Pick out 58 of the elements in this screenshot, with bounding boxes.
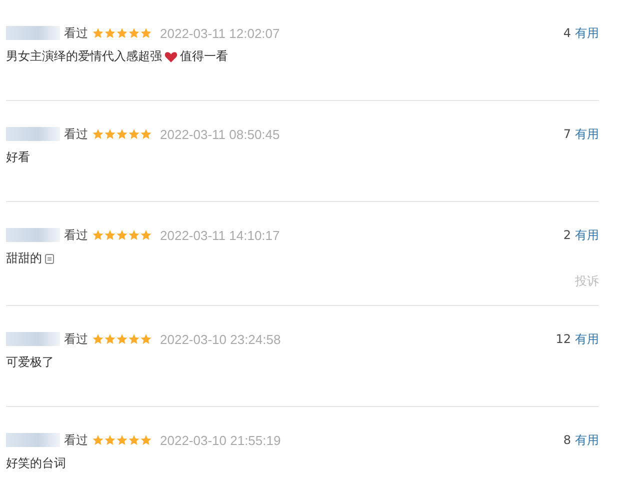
comment-text: 好看 <box>6 149 30 166</box>
star-icon <box>104 229 116 241</box>
useful-count: 4 <box>563 26 571 40</box>
blurred-username <box>6 26 60 40</box>
comment-time: 2022-03-10 23:24:58 <box>160 332 281 346</box>
star-icon <box>140 128 152 140</box>
blurred-username <box>6 127 60 141</box>
emoji-icon <box>45 254 54 264</box>
star-icon <box>128 128 140 140</box>
star-icon <box>104 333 116 345</box>
star-icon <box>140 434 152 446</box>
star-icon <box>128 434 140 446</box>
star-icon <box>140 229 152 241</box>
useful-link[interactable]: 有用 <box>575 24 599 42</box>
comment-time: 2022-03-11 08:50:45 <box>160 126 280 142</box>
watched-label: 看过 <box>64 24 88 42</box>
useful-count: 12 <box>556 332 571 346</box>
heart-icon <box>164 50 178 62</box>
comment-time: 2022-03-11 12:02:07 <box>160 26 280 40</box>
comment-text: 值得一看 <box>180 48 228 65</box>
useful-count: 2 <box>563 228 571 242</box>
star-icon <box>116 229 128 241</box>
comment-text: 可爱极了 <box>6 354 54 371</box>
star-icon <box>128 27 140 39</box>
comment-text: 甜甜的 <box>6 250 42 267</box>
watched-label: 看过 <box>64 432 88 448</box>
watched-label: 看过 <box>64 126 88 142</box>
star-icon <box>140 27 152 39</box>
comment-text: 好笑的台词 <box>6 455 66 472</box>
useful-count: 8 <box>563 433 571 447</box>
star-icon <box>104 128 116 140</box>
star-icon <box>104 27 116 39</box>
star-icon <box>128 229 140 241</box>
comment-text: 男女主演绎的爱情代入感超强 <box>6 48 162 65</box>
useful-link[interactable]: 有用 <box>575 226 599 244</box>
useful-link[interactable]: 有用 <box>575 126 599 142</box>
star-icon <box>140 333 152 345</box>
star-icon <box>92 333 104 345</box>
watched-label: 看过 <box>64 226 88 244</box>
star-icon <box>116 333 128 345</box>
useful-count: 7 <box>563 127 571 141</box>
star-icon <box>92 128 104 140</box>
comment-time: 2022-03-11 14:10:17 <box>160 228 280 242</box>
star-icon <box>104 434 116 446</box>
star-icon <box>92 229 104 241</box>
useful-link[interactable]: 有用 <box>575 432 599 448</box>
star-icon <box>116 128 128 140</box>
useful-link[interactable]: 有用 <box>575 330 599 348</box>
blurred-username <box>6 433 60 447</box>
star-icon <box>92 27 104 39</box>
star-icon <box>116 434 128 446</box>
comment-time: 2022-03-10 21:55:19 <box>160 432 281 448</box>
star-icon <box>116 27 128 39</box>
star-icon <box>92 434 104 446</box>
blurred-username <box>6 228 60 242</box>
blurred-username <box>6 332 60 346</box>
star-icon <box>128 333 140 345</box>
watched-label: 看过 <box>64 330 88 348</box>
